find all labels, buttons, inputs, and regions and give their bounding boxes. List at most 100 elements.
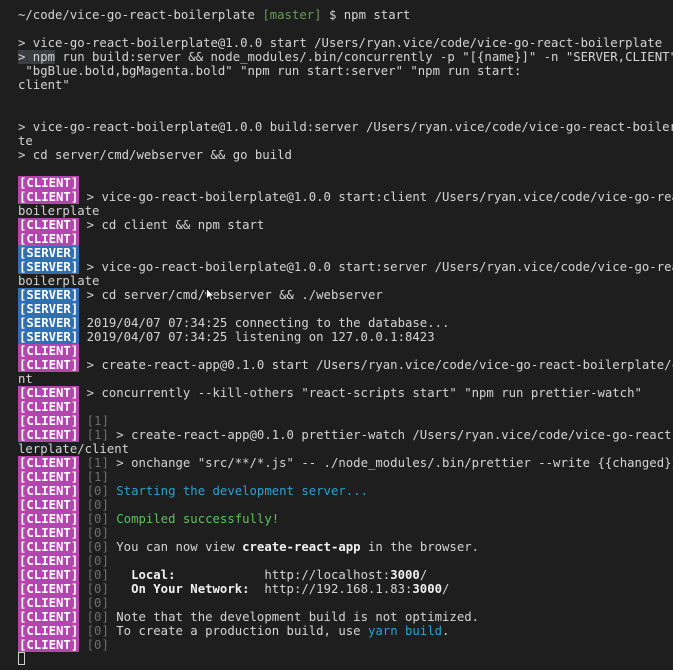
server-process-tag: [SERVER] bbox=[18, 260, 80, 274]
output-line: [CLIENT] [0] Starting the development se… bbox=[18, 484, 673, 498]
process-name: CLIENT bbox=[26, 540, 71, 554]
process-name: CLIENT bbox=[26, 400, 71, 414]
client-process-tag: [CLIENT] bbox=[18, 218, 80, 232]
line-text: / bbox=[442, 582, 450, 596]
output-line: [CLIENT] > cd client && npm start bbox=[18, 218, 673, 232]
prompt-path: ~/code/vice-go-react-boilerplate bbox=[18, 8, 255, 22]
emphasis-text: 3000 bbox=[412, 582, 443, 596]
prompt-line: ~/code/vice-go-react-boilerplate [master… bbox=[18, 8, 673, 22]
output-line: [CLIENT] [0] bbox=[18, 526, 673, 540]
line-text: Starting the development server... bbox=[108, 484, 368, 498]
output-line: [CLIENT] [0] bbox=[18, 554, 673, 568]
mouse-pointer-icon bbox=[206, 288, 216, 302]
client-process-tag: [CLIENT] bbox=[18, 456, 80, 470]
process-name: CLIENT bbox=[26, 582, 71, 596]
process-name: CLIENT bbox=[26, 498, 71, 512]
process-name: CLIENT bbox=[26, 484, 71, 498]
line-text: nt bbox=[18, 372, 33, 386]
process-name: CLIENT bbox=[26, 386, 71, 400]
prompt-command: npm start bbox=[343, 8, 411, 22]
subprocess-index: [0] bbox=[86, 554, 109, 568]
process-name: CLIENT bbox=[26, 232, 71, 246]
output-line: [CLIENT] [0] You can now view create-rea… bbox=[18, 540, 673, 554]
line-text: > onchange "src/**/*.js" -- ./node_modul… bbox=[108, 456, 673, 470]
process-name: CLIENT bbox=[26, 470, 71, 484]
label-text: On Your Network: bbox=[108, 582, 250, 596]
output-line: [CLIENT] [1] > create-react-app@0.1.0 pr… bbox=[18, 428, 673, 442]
emphasis-text: create-react-app bbox=[242, 540, 361, 554]
process-name: CLIENT bbox=[26, 526, 71, 540]
output-line: [CLIENT] [0] To create a production buil… bbox=[18, 624, 673, 638]
process-name: CLIENT bbox=[26, 554, 71, 568]
output-line: [CLIENT] [0] bbox=[18, 498, 673, 512]
client-process-tag: [CLIENT] bbox=[18, 540, 80, 554]
output-line: > npm run build:server && node_modules/.… bbox=[18, 50, 673, 64]
server-process-tag: [SERVER] bbox=[18, 302, 80, 316]
output-line: [CLIENT] bbox=[18, 176, 673, 190]
output-line: boilerplate bbox=[18, 204, 673, 218]
output-line: [CLIENT] [0] bbox=[18, 596, 673, 610]
subprocess-index: [0] bbox=[86, 526, 109, 540]
client-process-tag: [CLIENT] bbox=[18, 596, 80, 610]
process-name: CLIENT bbox=[26, 596, 71, 610]
subprocess-index: [0] bbox=[86, 638, 109, 652]
process-name: CLIENT bbox=[26, 414, 71, 428]
output-line: te bbox=[18, 134, 673, 148]
subprocess-index: [0] bbox=[86, 582, 109, 596]
line-text: To create a production build, use bbox=[108, 624, 368, 638]
output-line: "bgBlue.bold,bgMagenta.bold" "npm run st… bbox=[18, 64, 673, 78]
process-name: CLIENT bbox=[26, 568, 71, 582]
process-name: CLIENT bbox=[26, 344, 71, 358]
client-process-tag: [CLIENT] bbox=[18, 400, 80, 414]
output-line: [SERVER] 2019/04/07 07:34:25 connecting … bbox=[18, 316, 673, 330]
client-process-tag: [CLIENT] bbox=[18, 414, 80, 428]
line-text: You can now view bbox=[108, 540, 243, 554]
client-process-tag: [CLIENT] bbox=[18, 568, 80, 582]
line-text: > vice-go-react-boilerplate@1.0.0 start:… bbox=[79, 190, 673, 204]
output-line: [CLIENT] bbox=[18, 344, 673, 358]
subprocess-index: [0] bbox=[86, 498, 109, 512]
prompt-branch: [master] bbox=[262, 8, 322, 22]
process-name: CLIENT bbox=[26, 428, 71, 442]
output-line: [CLIENT] [0] Compiled successfully! bbox=[18, 512, 673, 526]
terminal-window[interactable]: ~/code/vice-go-react-boilerplate [master… bbox=[0, 0, 673, 670]
client-process-tag: [CLIENT] bbox=[18, 358, 80, 372]
client-process-tag: [CLIENT] bbox=[18, 484, 80, 498]
client-process-tag: [CLIENT] bbox=[18, 526, 80, 540]
subprocess-index: [1] bbox=[86, 456, 109, 470]
line-text: te bbox=[18, 134, 33, 148]
line-text: > vice-go-react-boilerplate@1.0.0 build:… bbox=[18, 120, 673, 134]
client-process-tag: [CLIENT] bbox=[18, 498, 80, 512]
output-line: [CLIENT] > vice-go-react-boilerplate@1.0… bbox=[18, 190, 673, 204]
process-name: SERVER bbox=[26, 330, 71, 344]
line-text: http://192.168.1.83: bbox=[249, 582, 413, 596]
output-line: nt bbox=[18, 372, 673, 386]
output-line: [CLIENT] > concurrently --kill-others "r… bbox=[18, 386, 673, 400]
output-line: [CLIENT] [1] bbox=[18, 414, 673, 428]
terminal-output: > vice-go-react-boilerplate@1.0.0 start … bbox=[18, 36, 673, 666]
output-line: client" bbox=[18, 78, 673, 92]
process-name: SERVER bbox=[26, 260, 71, 274]
subprocess-index: [0] bbox=[86, 540, 109, 554]
process-name: CLIENT bbox=[26, 190, 71, 204]
line-text: boilerplate bbox=[18, 204, 100, 218]
line-text: > create-react-app@0.1.0 prettier-watch … bbox=[108, 428, 673, 442]
output-line: [CLIENT] [0] bbox=[18, 638, 673, 652]
process-name: CLIENT bbox=[26, 610, 71, 624]
subprocess-index: [1] bbox=[86, 414, 109, 428]
process-name: SERVER bbox=[26, 288, 71, 302]
server-process-tag: [SERVER] bbox=[18, 316, 80, 330]
output-line: > vice-go-react-boilerplate@1.0.0 start … bbox=[18, 36, 673, 50]
line-text: lerplate/client bbox=[18, 442, 130, 456]
subprocess-index: [0] bbox=[86, 484, 109, 498]
output-line: [CLIENT] [1] > onchange "src/**/*.js" --… bbox=[18, 456, 673, 470]
output-line: [CLIENT] bbox=[18, 400, 673, 414]
line-text: > create-react-app@0.1.0 start /Users/ry… bbox=[79, 358, 673, 372]
process-name: CLIENT bbox=[26, 624, 71, 638]
line-text: > vice-go-react-boilerplate@1.0.0 start:… bbox=[79, 260, 673, 274]
server-process-tag: [SERVER] bbox=[18, 246, 80, 260]
process-name: SERVER bbox=[26, 302, 71, 316]
line-text: client" bbox=[18, 78, 70, 92]
output-line: [CLIENT] [0] Local: http://localhost:300… bbox=[18, 568, 673, 582]
